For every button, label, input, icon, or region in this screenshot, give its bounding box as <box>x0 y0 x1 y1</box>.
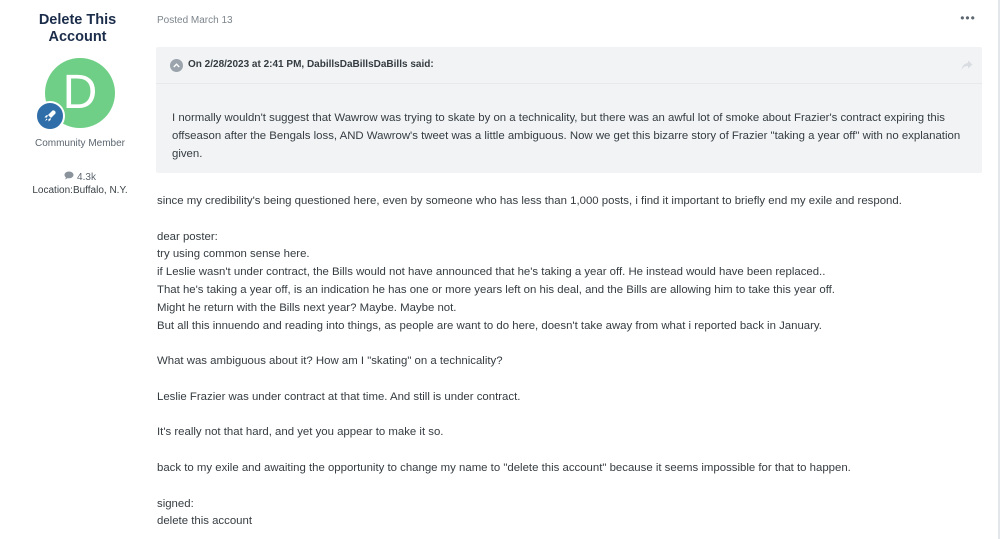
quote-citation: On 2/28/2023 at 2:41 PM, DabillsDaBillsD… <box>188 59 434 70</box>
quote-body: I normally wouldn't suggest that Wawrow … <box>172 112 961 160</box>
author-panel: Delete This Account D Community Member 4… <box>0 0 155 539</box>
chevron-up-icon[interactable] <box>170 59 183 72</box>
location-value: Buffalo, N.Y. <box>72 185 128 196</box>
post-line: But all this innuendo and reading into t… <box>157 319 822 332</box>
quote-block: On 2/28/2023 at 2:41 PM, DabillsDaBillsD… <box>156 47 982 173</box>
location: Location:Buffalo, N.Y. <box>0 185 160 196</box>
post-content: since my credibility's being questioned … <box>157 193 987 531</box>
share-icon[interactable] <box>960 59 974 72</box>
forum-post: Delete This Account D Community Member 4… <box>0 0 1000 539</box>
quote-header: On 2/28/2023 at 2:41 PM, DabillsDaBillsD… <box>156 47 982 84</box>
post-line: if Leslie wasn't under contract, the Bil… <box>157 266 826 279</box>
more-options-button[interactable]: ••• <box>958 11 978 25</box>
post-line: try using common sense here. <box>157 248 310 261</box>
post-line: dear poster: <box>157 230 218 243</box>
member-title: Community Member <box>34 138 126 149</box>
post-line: since my credibility's being questioned … <box>157 195 902 207</box>
comment-icon <box>64 171 74 183</box>
post-date[interactable]: Posted March 13 <box>157 15 233 26</box>
post-line: Leslie Frazier was under contract at tha… <box>157 390 521 403</box>
author-name[interactable]: Delete This Account <box>10 12 145 46</box>
post-count-value: 4.3k <box>77 171 96 183</box>
post-line: That he's taking a year off, is an indic… <box>157 283 835 296</box>
post-line: It's really not that hard, and yet you a… <box>157 426 444 439</box>
post-line: delete this account <box>157 515 252 528</box>
location-label: Location: <box>32 185 73 196</box>
post-line: signed: <box>157 497 194 510</box>
rocket-icon <box>35 101 65 131</box>
post-line: What was ambiguous about it? How am I "s… <box>157 355 503 368</box>
post-count: 4.3k <box>0 171 160 183</box>
post-line: Might he return with the Bills next year… <box>157 301 457 314</box>
post-line: back to my exile and awaiting the opport… <box>157 461 851 474</box>
